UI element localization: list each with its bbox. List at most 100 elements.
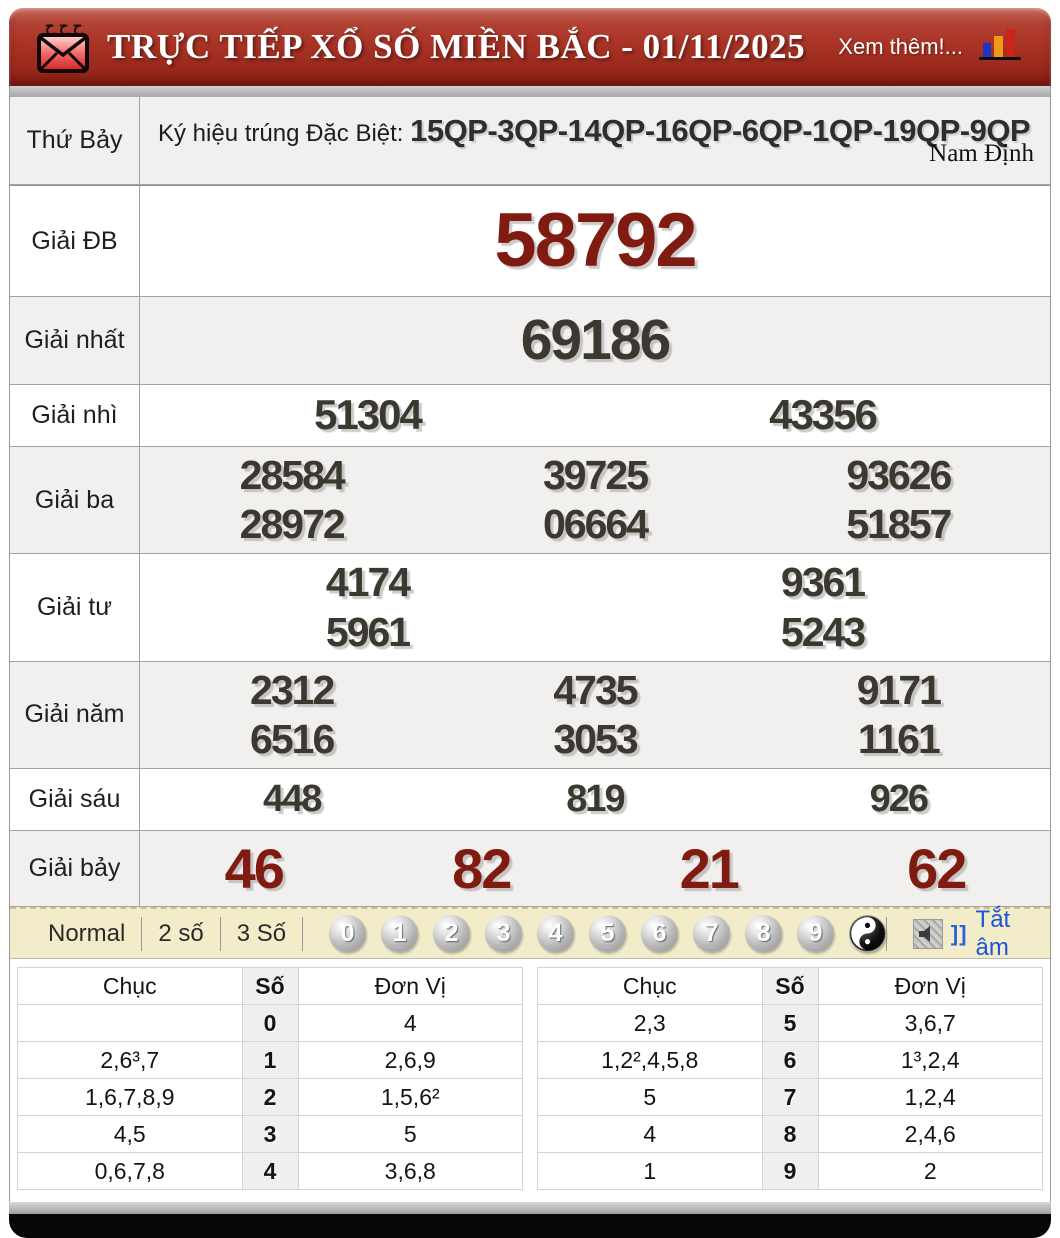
envelope-icon: ح ح ح (37, 18, 89, 73)
prize-number: 46 (224, 837, 285, 901)
ball-2[interactable]: 2 (433, 915, 471, 953)
info-row: Thứ Bảy Ký hiệu trúng Đặc Biệt: 15QP-3QP… (10, 97, 1050, 185)
prize-numbers: 448 819 926 (140, 769, 1050, 830)
prize-numbers: 28584 39725 93626 28972 06664 51857 (140, 447, 1050, 553)
stats-header-cell: Đơn Vị (297, 967, 523, 1006)
stats-row: 0,6,7,8 4 3,6,8 (17, 1152, 523, 1191)
digit-cell: 0 (241, 1004, 299, 1043)
bottom-black-bar (9, 1214, 1051, 1238)
prize-number: 448 (262, 777, 322, 820)
prize-number: 28972 (239, 501, 346, 548)
stats-header-cell: Số (761, 967, 819, 1006)
prize-number: 9171 (856, 666, 942, 713)
prize-number: 58792 (494, 198, 697, 284)
prize-line: 4174 9361 (140, 558, 1050, 607)
mode-button-2[interactable]: 2 số (142, 920, 219, 948)
stats-row: 2,3 5 3,6,7 (537, 1004, 1043, 1043)
digit-cell: 2 (241, 1078, 299, 1117)
prize-number: 21 (679, 837, 740, 901)
prize-label: Giải nhất (10, 297, 140, 384)
prize-line: 51304 43356 (140, 390, 1050, 440)
prize-label: Giải tư (10, 554, 140, 661)
stats-value-cell: 1,5,6² (297, 1078, 523, 1117)
lottery-widget: ح ح ح TRỰC TIẾP XỔ SỐ MIỀN BẮC - 01/11/2… (9, 8, 1051, 1238)
stats-value-cell: 4 (537, 1115, 763, 1154)
ball-0[interactable]: 0 (329, 915, 367, 953)
digit-cell: 1 (241, 1041, 299, 1080)
prize-number: 5243 (780, 608, 866, 655)
prize-label: Giải bảy (10, 831, 140, 907)
digit-cell: 6 (761, 1041, 819, 1080)
stats-value-cell: 1,2²,4,5,8 (537, 1041, 763, 1080)
ball-7[interactable]: 7 (693, 915, 731, 953)
separator (886, 916, 887, 951)
prize-row: Giải nhất 69186 (10, 297, 1050, 385)
ball-6[interactable]: 6 (641, 915, 679, 953)
stats-value-cell: 0,6,7,8 (17, 1152, 243, 1191)
stats-value-cell: 2,6³,7 (17, 1041, 243, 1080)
stats-value-cell: 1,2,4 (817, 1078, 1043, 1117)
stats-row: 192 (537, 1152, 1043, 1191)
ball-9[interactable]: 9 (797, 915, 835, 953)
stats-value-cell: 1 (537, 1152, 763, 1191)
prize-row: Giải nhì 51304 43356 (10, 385, 1050, 447)
stats-row: 2,6³,7 1 2,6,9 (17, 1041, 523, 1080)
speaker-icon[interactable] (912, 918, 943, 949)
prize-label: Giải ba (10, 447, 140, 554)
mute-button[interactable]: Tắt âm (976, 906, 1028, 962)
prize-number: 2312 (250, 666, 335, 713)
stats-header-row: Chục Số Đơn Vị (17, 967, 523, 1006)
prize-number: 93626 (846, 452, 952, 498)
prize-label: Giải sáu (10, 769, 140, 831)
stats-value-cell: 4 (297, 1004, 523, 1043)
prize-row: Giải sáu 448 819 926 (10, 769, 1050, 832)
prize-line: 2312 4735 9171 (140, 666, 1050, 715)
prize-numbers: 69186 (140, 297, 1050, 384)
province-name: Nam Định (929, 140, 1034, 168)
ball-5[interactable]: 5 (589, 915, 627, 953)
prize-line: 69186 (140, 306, 1050, 374)
prize-numbers: 4174 9361 5961 5243 (140, 554, 1050, 660)
stats-table-left: Chục Số Đơn Vị 0 4 2,6³,7 1 2,6,9 1,6,7,8,9 2 1,5,… (17, 967, 523, 1191)
prize-number: 43356 (769, 391, 878, 439)
stats-value-cell: 2,4,6 (817, 1115, 1043, 1154)
digit-cell: 8 (761, 1115, 819, 1154)
bottom-gray-strip (9, 1202, 1051, 1215)
yin-yang-icon[interactable] (849, 915, 886, 952)
stats-value-cell: 5 (537, 1078, 763, 1117)
prize-number: 82 (452, 837, 512, 901)
mode-button-1[interactable]: Normal (32, 920, 141, 948)
ball-4[interactable]: 4 (537, 915, 575, 953)
ball-3[interactable]: 3 (485, 915, 523, 953)
prize-row: Giải ĐB 58792 (10, 185, 1050, 297)
prize-label: Giải nhì (10, 385, 140, 446)
header-bar: ح ح ح TRỰC TIẾP XỔ SỐ MIỀN BẮC - 01/11/2… (9, 8, 1051, 86)
stats-value-cell: 3,6,8 (297, 1152, 523, 1191)
prize-number: 4735 (553, 666, 638, 713)
prize-number: 69186 (520, 308, 672, 373)
stats-row: 4,5 3 5 (17, 1115, 523, 1154)
prize-line: 28584 39725 93626 (140, 451, 1050, 500)
prize-numbers: 2312 4735 9171 6516 3053 1161 (140, 662, 1050, 768)
mode-button-3[interactable]: 3 Số (221, 920, 302, 948)
prize-number: 51857 (846, 501, 952, 548)
prize-row: Giải ba 28584 39725 93626 28972 06664 51857 (10, 447, 1050, 555)
page-title: TRỰC TIẾP XỔ SỐ MIỀN BẮC - 01/11/2025 (107, 27, 806, 66)
stats-value-cell: 5 (297, 1115, 523, 1154)
content-frame: Thứ Bảy Ký hiệu trúng Đặc Biệt: 15QP-3QP… (9, 86, 1051, 1203)
stats-table-right: Chục Số Đơn Vị 2,3 5 3,6,7 1,2²,4,5,8 6 1³,2,4 5 7… (537, 967, 1043, 1191)
bar-chart-icon[interactable] (979, 27, 1023, 68)
ball-1[interactable]: 1 (381, 915, 419, 953)
control-bar: Normal 2 số 3 Số 0123456789]] Tắt âm (10, 906, 1050, 962)
see-more-link[interactable]: Xem thêm!... (838, 34, 963, 60)
stats-value-cell: 1,6,7,8,9 (17, 1078, 243, 1117)
digit-cell: 7 (761, 1078, 819, 1117)
top-gray-strip (10, 86, 1050, 97)
digit-stats-section: Chục Số Đơn Vị 0 4 2,6³,7 1 2,6,9 1,6,7,8,9 2 1,5,… (10, 959, 1050, 1203)
prize-row: Giải bảy 46 82 21 62 (10, 831, 1050, 908)
stats-value-cell: 4,5 (17, 1115, 243, 1154)
stats-value-cell: 3,6,7 (817, 1004, 1043, 1043)
prize-number: 51304 (314, 391, 423, 439)
ball-8[interactable]: 8 (745, 915, 783, 953)
prize-number: 5961 (325, 608, 411, 655)
